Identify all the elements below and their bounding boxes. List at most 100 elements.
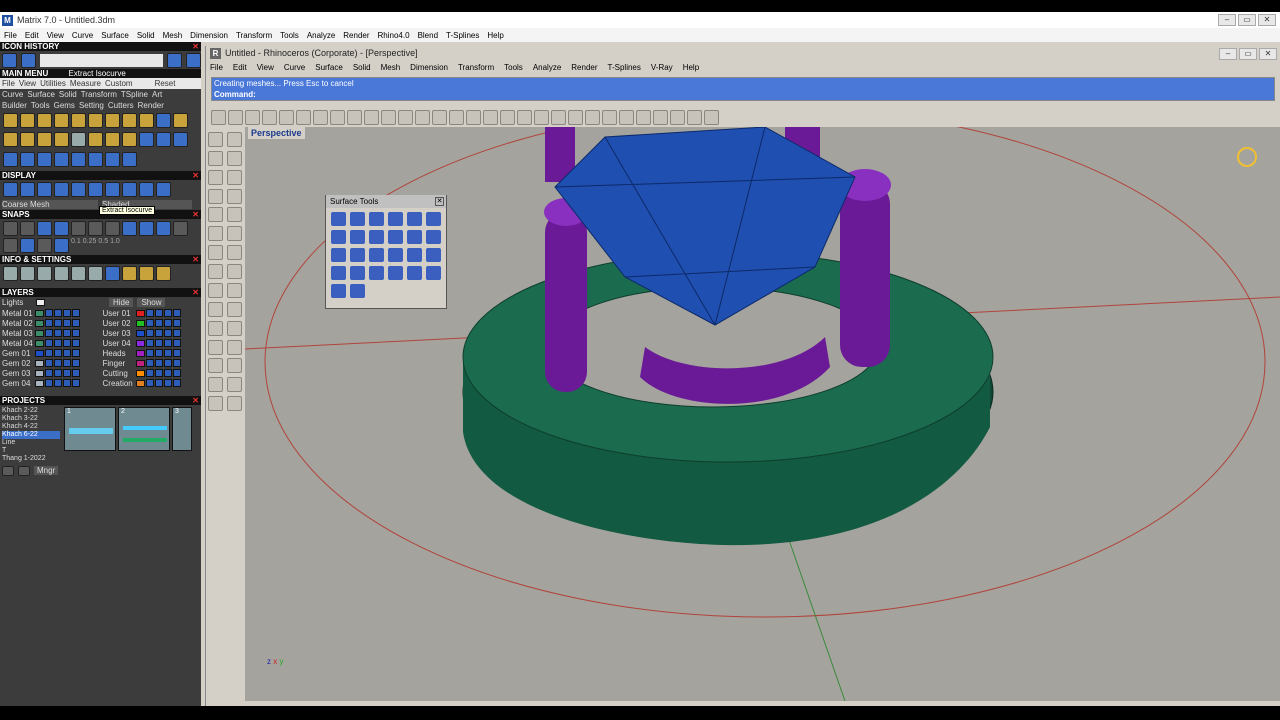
project-item[interactable]: Khach 6-22 <box>2 431 60 439</box>
settings-icon[interactable] <box>3 266 18 281</box>
layer-color-swatch[interactable] <box>135 339 145 347</box>
tab-setting[interactable]: Setting <box>79 101 104 110</box>
mesh-dropdown[interactable]: Coarse Mesh <box>2 200 98 209</box>
display-icon[interactable] <box>54 182 69 197</box>
layer-toggle-icon[interactable] <box>145 309 154 317</box>
paste-icon[interactable] <box>313 109 328 125</box>
layer-toggle-icon[interactable] <box>154 369 163 377</box>
surface-tool-icon[interactable] <box>350 230 365 244</box>
move-icon[interactable] <box>208 339 223 355</box>
snap-icon[interactable] <box>88 221 103 236</box>
project-item[interactable]: Line <box>2 439 60 447</box>
surface-tool-icon[interactable] <box>388 230 403 244</box>
settings-icon[interactable] <box>105 266 120 281</box>
trim-icon[interactable] <box>208 301 223 317</box>
layer-toggle-icon[interactable] <box>63 349 71 357</box>
display-icon[interactable] <box>37 182 52 197</box>
layer-toggle-icon[interactable] <box>163 309 172 317</box>
render-icon[interactable] <box>534 109 549 125</box>
command-prompt[interactable]: Command: <box>212 89 1274 100</box>
measure-icon[interactable] <box>227 396 242 412</box>
layer-toggle-icon[interactable] <box>54 359 62 367</box>
layer-row[interactable]: Gem 02 <box>2 358 99 368</box>
surface-tool-icon[interactable] <box>388 212 403 226</box>
snap-icon[interactable] <box>122 221 137 236</box>
rotate-view-icon[interactable] <box>364 109 379 125</box>
display-icon[interactable] <box>3 182 18 197</box>
curve-tool-icon[interactable] <box>122 132 137 148</box>
layer-color-swatch[interactable] <box>135 319 145 327</box>
submenu-file[interactable]: File <box>2 79 15 88</box>
curve-tool-icon[interactable] <box>20 113 35 128</box>
history-icon[interactable] <box>21 52 36 68</box>
tab-render[interactable]: Render <box>138 101 164 110</box>
curve-tool-icon[interactable] <box>122 151 137 167</box>
add-icon[interactable] <box>2 465 14 476</box>
layer-toggle-icon[interactable] <box>145 319 154 327</box>
layer-toggle-icon[interactable] <box>172 369 181 377</box>
layer-toggle-icon[interactable] <box>172 339 181 347</box>
layer-toggle-icon[interactable] <box>63 329 71 337</box>
tab-transform[interactable]: Transform <box>81 90 117 99</box>
menu-view[interactable]: View <box>47 31 64 40</box>
layer-color-swatch[interactable] <box>35 369 44 377</box>
viewports-icon[interactable] <box>449 109 464 125</box>
cylinder-icon[interactable] <box>208 264 223 280</box>
rhino-menu-edit[interactable]: Edit <box>233 63 247 72</box>
layer-toggle-icon[interactable] <box>63 339 71 347</box>
layer-row[interactable]: Metal 01 <box>2 308 99 318</box>
solid-edit-icon[interactable] <box>208 396 223 412</box>
layer-toggle-icon[interactable] <box>45 339 53 347</box>
settings-icon[interactable] <box>156 266 171 281</box>
layer-toggle-icon[interactable] <box>154 319 163 327</box>
layer-toggle-icon[interactable] <box>72 359 80 367</box>
layer-color-swatch[interactable] <box>35 359 44 367</box>
layer-toggle-icon[interactable] <box>45 319 53 327</box>
rhino-menu-render[interactable]: Render <box>571 63 597 72</box>
layer-toggle-icon[interactable] <box>163 369 172 377</box>
curve-tool-icon[interactable] <box>122 113 137 128</box>
layer-toggle-icon[interactable] <box>63 379 71 387</box>
tab-curve[interactable]: Curve <box>2 90 23 99</box>
menu-curve[interactable]: Curve <box>72 31 93 40</box>
layer-color-swatch[interactable] <box>135 349 145 357</box>
tab-tspline[interactable]: TSpline <box>121 90 148 99</box>
curve-tool-icon[interactable] <box>88 113 103 128</box>
polyline-icon[interactable] <box>208 150 223 166</box>
submenu-measure[interactable]: Measure <box>70 79 101 88</box>
layer-toggle-icon[interactable] <box>54 329 62 337</box>
layer-row[interactable]: User 04 <box>103 338 200 348</box>
curve-tool-icon[interactable] <box>54 151 69 167</box>
snap-value[interactable]: 0.25 <box>83 238 97 253</box>
project-item[interactable]: Khach 3-22 <box>2 415 60 423</box>
layer-toggle-icon[interactable] <box>172 359 181 367</box>
curve-tool-icon[interactable] <box>37 151 52 167</box>
menu-dimension[interactable]: Dimension <box>190 31 228 40</box>
array-icon[interactable] <box>208 377 223 393</box>
layer-toggle-icon[interactable] <box>72 379 80 387</box>
project-item[interactable]: T <box>2 447 60 455</box>
submenu-custom[interactable]: Custom <box>105 79 133 88</box>
settings-icon[interactable] <box>88 266 103 281</box>
minimize-button[interactable]: – <box>1218 14 1236 26</box>
globe-icon[interactable] <box>653 109 668 125</box>
surface-tool-icon[interactable] <box>407 266 422 280</box>
layer-color-swatch[interactable] <box>135 309 145 317</box>
rhino-menu-transform[interactable]: Transform <box>458 63 494 72</box>
gear-icon[interactable] <box>687 109 702 125</box>
options-icon[interactable] <box>670 109 685 125</box>
viewport-label[interactable]: Perspective <box>248 127 305 139</box>
layer-toggle-icon[interactable] <box>45 369 53 377</box>
settings-icon[interactable] <box>54 266 69 281</box>
snap-icon[interactable] <box>173 221 188 236</box>
menu-edit[interactable]: Edit <box>25 31 39 40</box>
zoom-icon[interactable] <box>381 109 396 125</box>
layer-toggle-icon[interactable] <box>72 309 80 317</box>
rhino-menu-tsplines[interactable]: T-Splines <box>608 63 641 72</box>
curve-tool-icon[interactable] <box>139 132 154 148</box>
display-icon[interactable] <box>105 182 120 197</box>
curve-tool-icon[interactable] <box>173 113 188 128</box>
project-thumbnail[interactable]: 2 <box>118 407 170 451</box>
snap-value[interactable]: 1.0 <box>110 238 120 253</box>
surface-tool-icon[interactable] <box>350 248 365 262</box>
